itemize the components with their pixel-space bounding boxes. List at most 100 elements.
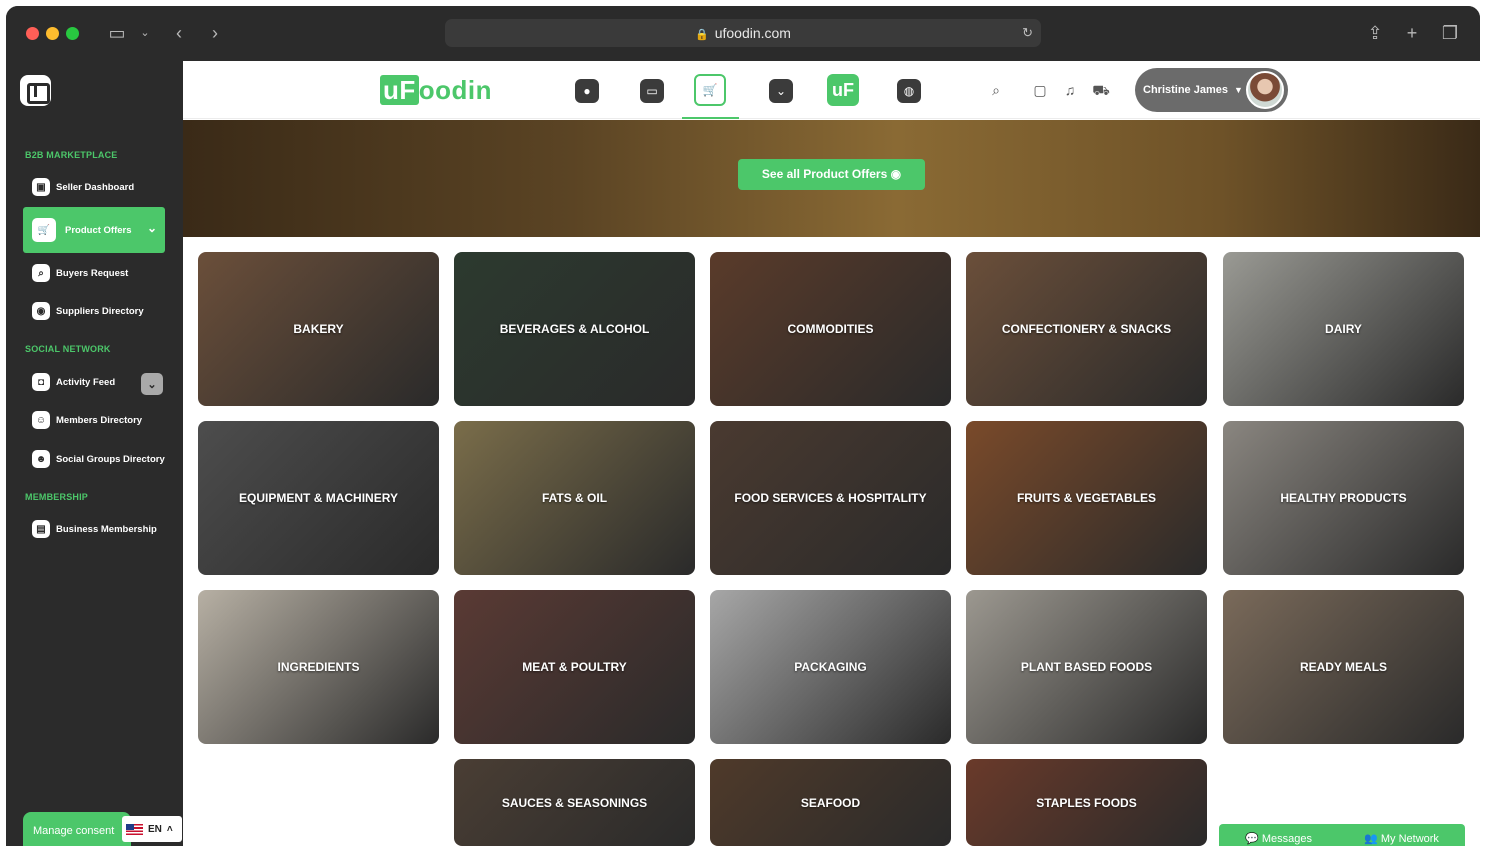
- avatar[interactable]: [1246, 71, 1284, 109]
- sidebar-item-business-membership[interactable]: ▤ Business Membership: [23, 512, 165, 546]
- category-label: FRUITS & VEGETABLES: [1016, 491, 1157, 505]
- user-menu[interactable]: Christine James ▼: [1135, 68, 1288, 112]
- tabs-overview-icon[interactable]: ❐: [1437, 20, 1463, 46]
- category-card[interactable]: FATS & OIL: [454, 421, 695, 575]
- dropdown-icon[interactable]: ⌄: [769, 79, 793, 103]
- category-label: EQUIPMENT & MACHINERY: [239, 491, 398, 505]
- minimize-window-button[interactable]: [46, 27, 59, 40]
- sidebar-item-product-offers[interactable]: 🛒 Product Offers ⌄: [23, 207, 165, 253]
- category-card[interactable]: SAUCES & SEASONINGS: [454, 759, 695, 846]
- category-card[interactable]: EQUIPMENT & MACHINERY: [198, 421, 439, 575]
- sidebar-item-social-groups[interactable]: ☻ Social Groups Directory: [23, 442, 165, 476]
- category-card[interactable]: FOOD SERVICES & HOSPITALITY: [710, 421, 951, 575]
- category-label: DAIRY: [1325, 322, 1362, 336]
- membership-icon: ▤: [32, 520, 50, 538]
- sidebar-section-social: SOCIAL NETWORK: [25, 344, 111, 354]
- app-logo-icon[interactable]: [20, 75, 51, 106]
- hero-banner: See all Product Offers ◉: [183, 120, 1480, 237]
- forward-icon[interactable]: ›: [202, 20, 228, 46]
- category-card[interactable]: BEVERAGES & ALCOHOL: [454, 252, 695, 406]
- messages-button[interactable]: 💬 Messages: [1245, 832, 1312, 845]
- category-card[interactable]: INGREDIENTS: [198, 590, 439, 744]
- category-card[interactable]: PACKAGING: [710, 590, 951, 744]
- cart-icon[interactable]: ⛟: [1091, 80, 1111, 100]
- category-card[interactable]: STAPLES FOODS: [966, 759, 1207, 846]
- category-label: BEVERAGES & ALCOHOL: [499, 322, 650, 336]
- members-icon: ☺: [32, 411, 50, 429]
- language-selector[interactable]: EN ˄: [122, 816, 182, 842]
- brand-suffix: oodin: [418, 75, 493, 105]
- main-content: uF oodin ● ▭ 🛒 ⌄ uF ◍ ⌕ ▢ ♫ ⛟ Christine J…: [183, 61, 1480, 846]
- category-card[interactable]: READY MEALS: [1223, 590, 1464, 744]
- new-tab-icon[interactable]: +: [1399, 20, 1425, 46]
- sidebar-item-label: Product Offers: [65, 224, 132, 236]
- feed-icon: ◘: [32, 373, 50, 391]
- see-all-offers-button[interactable]: See all Product Offers ◉: [738, 159, 925, 190]
- directory-icon: ◉: [32, 302, 50, 320]
- category-card[interactable]: CONFECTIONERY & SNACKS: [966, 252, 1207, 406]
- category-card[interactable]: COMMODITIES: [710, 252, 951, 406]
- browser-window: ▭ ⌄ ‹ › 🔒 ufoodin.com ↻ ⇪ + ❐ B2B MARKETP…: [6, 6, 1480, 846]
- manage-consent-button[interactable]: Manage consent: [23, 812, 131, 846]
- sidebar-item-label: Members Directory: [56, 414, 143, 426]
- category-label: STAPLES FOODS: [1036, 795, 1137, 810]
- chat-icon: 💬: [1245, 832, 1259, 845]
- bell-icon[interactable]: ♫: [1060, 80, 1080, 100]
- sidebar-item-activity-feed[interactable]: ◘ Activity Feed ⌄: [23, 365, 165, 399]
- sidebar-item-suppliers-directory[interactable]: ◉ Suppliers Directory: [23, 294, 165, 328]
- category-card[interactable]: FRUITS & VEGETABLES: [966, 421, 1207, 575]
- share-icon[interactable]: ⇪: [1362, 20, 1388, 46]
- lock-icon: 🔒: [695, 29, 709, 41]
- groups-icon: ☻: [32, 450, 50, 468]
- category-label: CONFECTIONERY & SNACKS: [1001, 322, 1172, 336]
- chevron-down-icon[interactable]: ⌄: [132, 20, 158, 46]
- reload-icon[interactable]: ↻: [1022, 19, 1033, 47]
- url-text: ufoodin.com: [714, 25, 791, 41]
- cart-icon: 🛒: [32, 218, 56, 242]
- close-window-button[interactable]: [26, 27, 39, 40]
- category-label: MEAT & POULTRY: [522, 660, 627, 674]
- search-icon[interactable]: ⌕: [986, 80, 1006, 100]
- sidebar-item-label: Business Membership: [56, 523, 157, 535]
- chevron-up-icon: ˄: [166, 823, 173, 835]
- my-network-button[interactable]: 👥 My Network: [1364, 832, 1439, 845]
- sidebar-item-buyers-request[interactable]: ⌕ Buyers Request: [23, 256, 165, 290]
- brand-logo[interactable]: uF oodin: [380, 75, 492, 106]
- category-card[interactable]: MEAT & POULTRY: [454, 590, 695, 744]
- maximize-window-button[interactable]: [66, 27, 79, 40]
- category-card[interactable]: DAIRY: [1223, 252, 1464, 406]
- dashboard-icon[interactable]: ▭: [640, 79, 664, 103]
- sidebar-item-label: Activity Feed: [56, 376, 116, 388]
- category-card[interactable]: SEAFOOD: [710, 759, 951, 846]
- sidebar-section-b2b: B2B MARKETPLACE: [25, 150, 118, 160]
- sidebar-item-label: Buyers Request: [56, 267, 129, 279]
- sidebar-item-seller-dashboard[interactable]: ▣ Seller Dashboard: [23, 170, 165, 204]
- sidebar: B2B MARKETPLACE ▣ Seller Dashboard 🛒 Pro…: [6, 61, 183, 846]
- sidebar-item-label: Social Groups Directory: [56, 453, 165, 465]
- category-label: PLANT BASED FOODS: [1020, 660, 1153, 674]
- messages-label: Messages: [1261, 832, 1312, 845]
- chevron-down-icon[interactable]: ⌄: [141, 373, 163, 395]
- globe-icon[interactable]: ◍: [897, 79, 921, 103]
- category-card[interactable]: HEALTHY PRODUCTS: [1223, 421, 1464, 575]
- sidebar-item-members-directory[interactable]: ☺ Members Directory: [23, 403, 165, 437]
- chevron-down-icon[interactable]: ⌄: [147, 221, 157, 235]
- inbox-icon[interactable]: ▢: [1030, 80, 1050, 100]
- language-label: EN: [148, 823, 162, 835]
- category-card[interactable]: BAKERY: [198, 252, 439, 406]
- eye-icon: ◉: [890, 167, 902, 181]
- address-bar[interactable]: 🔒 ufoodin.com ↻: [445, 19, 1041, 47]
- category-label: PACKAGING: [794, 660, 867, 674]
- profile-icon[interactable]: ●: [575, 79, 599, 103]
- browser-titlebar: ▭ ⌄ ‹ › 🔒 ufoodin.com ↻ ⇪ + ❐: [6, 6, 1480, 61]
- back-icon[interactable]: ‹: [166, 20, 192, 46]
- ufoodin-badge-icon[interactable]: uF: [827, 74, 859, 106]
- sidebar-item-label: Suppliers Directory: [56, 305, 144, 317]
- category-label: READY MEALS: [1299, 660, 1388, 674]
- category-label: INGREDIENTS: [277, 660, 360, 674]
- category-label: FATS & OIL: [541, 491, 608, 505]
- marketplace-cart-icon[interactable]: 🛒: [694, 74, 726, 106]
- category-card[interactable]: PLANT BASED FOODS: [966, 590, 1207, 744]
- category-label: SEAFOOD: [800, 795, 861, 810]
- sidebar-toggle-icon[interactable]: ▭: [104, 20, 130, 46]
